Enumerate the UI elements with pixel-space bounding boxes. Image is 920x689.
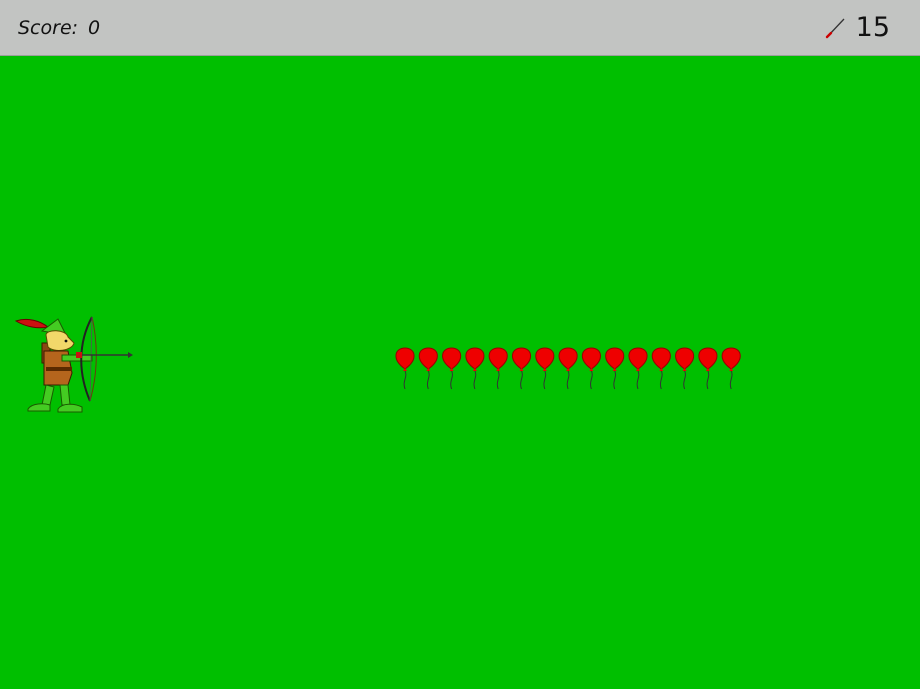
balloon[interactable] — [512, 347, 531, 390]
balloon-row — [395, 347, 741, 390]
arrow-icon — [825, 18, 845, 38]
balloon[interactable] — [488, 347, 508, 390]
balloon[interactable] — [442, 347, 462, 390]
balloon[interactable] — [395, 347, 415, 390]
balloon[interactable] — [651, 347, 671, 390]
balloon[interactable] — [581, 347, 601, 390]
game-screen: Score: 0 15 — [0, 0, 920, 689]
balloon[interactable] — [628, 347, 648, 390]
balloon[interactable] — [465, 347, 485, 390]
balloon[interactable] — [605, 347, 625, 390]
hud-bar: Score: 0 15 — [0, 0, 920, 56]
balloon[interactable] — [698, 347, 718, 390]
arrows-count: 15 — [855, 12, 890, 43]
balloon[interactable] — [418, 347, 438, 390]
archer-character[interactable] — [14, 313, 134, 417]
score-value: 0 — [88, 16, 101, 39]
balloon[interactable] — [721, 347, 741, 390]
score-label: Score: — [18, 16, 79, 39]
play-field[interactable] — [0, 56, 920, 689]
score-display: Score: 0 — [18, 17, 100, 39]
balloon[interactable] — [558, 347, 578, 390]
arrows-remaining-display: 15 — [824, 12, 890, 43]
balloon[interactable] — [535, 347, 555, 390]
balloon[interactable] — [675, 347, 695, 390]
